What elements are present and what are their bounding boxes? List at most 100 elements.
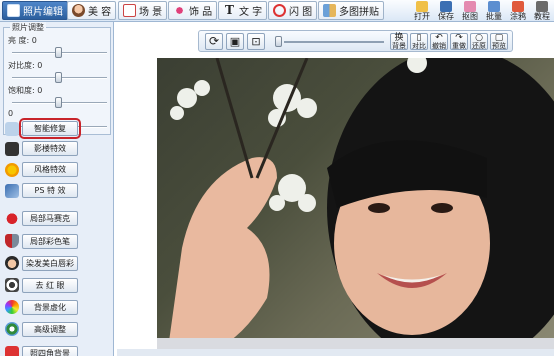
change-background-label: 背景 xyxy=(392,42,406,50)
beauty-face-icon xyxy=(72,4,85,17)
tab-beauty[interactable]: 美 容 xyxy=(67,1,117,20)
tutorial-icon xyxy=(536,1,548,12)
advanced-gear-icon xyxy=(5,322,19,336)
actual-size-icon: ⊡ xyxy=(251,35,261,48)
zoom-slider[interactable] xyxy=(284,41,384,43)
style-effects-button[interactable]: 风格特效 xyxy=(22,162,78,177)
compare-button[interactable]: ▯ 对比 xyxy=(410,33,428,50)
tool-label: 教程 xyxy=(534,12,550,21)
mosaic-heart-icon xyxy=(5,211,19,225)
background-blur-button[interactable]: 背景虚化 xyxy=(22,300,78,315)
brightness-slider-knob[interactable] xyxy=(55,47,62,58)
smart-repair-button[interactable]: 智能修复 xyxy=(19,118,81,139)
fit-screen-button[interactable]: ▣ xyxy=(226,33,244,50)
smart-repair-icon xyxy=(5,122,19,136)
tool-label: 保存 xyxy=(438,12,454,21)
saturation-value: 0 xyxy=(37,86,43,95)
brightness-slider[interactable] xyxy=(12,47,107,58)
saturation-label: 饱和度: 0 xyxy=(8,85,42,96)
contrast-slider-knob[interactable] xyxy=(55,72,62,83)
saturation-slider[interactable] xyxy=(12,97,107,108)
contrast-label: 对比度: 0 xyxy=(8,60,42,71)
redo-label: 重做 xyxy=(452,42,466,50)
text-T-icon: T xyxy=(225,3,234,17)
compare-label: 对比 xyxy=(412,42,426,50)
change-background-button[interactable]: 换 背景 xyxy=(390,33,408,50)
flash-image-icon xyxy=(273,4,286,17)
studio-effects-button[interactable]: 影楼特效 xyxy=(22,141,78,156)
tab-label: 饰 品 xyxy=(189,7,213,18)
photo-edit-icon xyxy=(7,4,20,17)
restore-button[interactable]: ○ 还原 xyxy=(470,33,488,50)
tab-scene[interactable]: 场 景 xyxy=(118,1,168,20)
tab-text[interactable]: T 文 字 xyxy=(218,1,268,20)
saturation-label-text: 饱和度: xyxy=(8,86,35,95)
contrast-slider[interactable] xyxy=(12,72,107,83)
cutout-button[interactable]: 抠图 xyxy=(458,0,482,22)
tab-label: 多图拼贴 xyxy=(339,7,379,18)
canvas-toolbar: ⟳ ▣ ⊡ 换 背景 ▯ 对比 ↶ 撤销 ↷ 重做 ○ 还原 ▢ 预览 xyxy=(198,30,513,52)
brightness-label: 亮 度: 0 xyxy=(8,35,37,46)
photo-adjust-group: 照片调整 亮 度: 0 对比度: 0 饱和度: 0 0 xyxy=(3,22,111,135)
tab-flash[interactable]: 闪 图 xyxy=(268,1,318,20)
tab-collage[interactable]: 多图拼贴 xyxy=(318,1,384,20)
undo-label: 撤销 xyxy=(432,42,446,50)
frame-corner-icon xyxy=(5,346,19,356)
tool-label: 抠图 xyxy=(462,12,478,21)
photo-illustration xyxy=(157,58,554,356)
tutorial-button[interactable]: 教程 xyxy=(530,0,554,22)
tab-label: 文 字 xyxy=(239,7,263,18)
rotate-button[interactable]: ⟳ xyxy=(205,33,223,50)
doodle-button[interactable]: 涂鸦 xyxy=(506,0,530,22)
left-panel: 照片调整 亮 度: 0 对比度: 0 饱和度: 0 0 智能修复 影楼特效 风格… xyxy=(0,22,114,356)
tab-label: 场 景 xyxy=(139,7,163,18)
red-eye-removal-button[interactable]: 去 红 眼 xyxy=(22,278,78,293)
cutout-icon xyxy=(464,1,476,12)
fit-screen-icon: ▣ xyxy=(229,35,241,48)
restore-label: 还原 xyxy=(472,42,486,50)
tool-label: 涂鸦 xyxy=(510,12,526,21)
background-blur-icon xyxy=(5,300,19,314)
partial-mosaic-button[interactable]: 局部马赛克 xyxy=(22,211,78,226)
hair-dye-face-icon xyxy=(5,256,19,270)
open-folder-icon xyxy=(416,1,428,12)
batch-button[interactable]: 批量 xyxy=(482,0,506,22)
preview-button[interactable]: ▢ 预览 xyxy=(490,33,508,50)
brightness-value: 0 xyxy=(31,36,37,45)
redo-button[interactable]: ↷ 重做 xyxy=(450,33,468,50)
doodle-pen-icon xyxy=(512,1,524,12)
adjust-group-title: 照片调整 xyxy=(10,22,46,33)
photo-canvas[interactable] xyxy=(157,58,554,356)
color-pen-shield-icon xyxy=(5,234,19,248)
tool-label: 批量 xyxy=(486,12,502,21)
red-eye-icon xyxy=(5,278,19,292)
preview-label: 预览 xyxy=(492,42,506,50)
corner-background-button[interactable]: 照四角背景 xyxy=(22,346,78,356)
work-area: ⟳ ▣ ⊡ 换 背景 ▯ 对比 ↶ 撤销 ↷ 重做 ○ 还原 ▢ 预览 xyxy=(117,22,554,356)
open-button[interactable]: 打开 xyxy=(410,0,434,22)
advanced-adjust-button[interactable]: 高级调整 xyxy=(22,322,78,337)
undo-button[interactable]: ↶ 撤销 xyxy=(430,33,448,50)
collage-icon xyxy=(323,4,336,17)
partial-color-pen-button[interactable]: 局部彩色笔 xyxy=(22,234,78,249)
tab-accessory[interactable]: 饰 品 xyxy=(168,1,218,20)
contrast-value: 0 xyxy=(37,61,43,70)
top-toolbar: 照片编辑 美 容 场 景 饰 品 T 文 字 闪 图 多图拼贴 打开 保存 抠图… xyxy=(0,0,554,22)
tab-label: 美 容 xyxy=(88,7,112,18)
studio-camera-icon xyxy=(5,142,19,156)
actual-size-button[interactable]: ⊡ xyxy=(247,33,265,50)
accessory-bow-icon xyxy=(173,4,186,17)
hair-whiten-lip-button[interactable]: 染发美白唇彩 xyxy=(22,256,78,271)
style-sun-icon xyxy=(5,163,19,177)
batch-icon xyxy=(488,1,500,12)
saturation-slider-knob[interactable] xyxy=(55,97,62,108)
scene-icon xyxy=(123,4,136,17)
zoom-slider-knob[interactable] xyxy=(275,36,282,47)
save-button[interactable]: 保存 xyxy=(434,0,458,22)
brightness-label-text: 亮 度: xyxy=(8,36,30,45)
extra-slider-value: 0 xyxy=(8,109,14,118)
tab-photo-edit[interactable]: 照片编辑 xyxy=(2,1,68,20)
ps-effects-button[interactable]: PS 特 效 xyxy=(22,183,78,198)
tab-label: 照片编辑 xyxy=(23,7,63,18)
horizontal-scrollbar[interactable] xyxy=(117,349,554,356)
